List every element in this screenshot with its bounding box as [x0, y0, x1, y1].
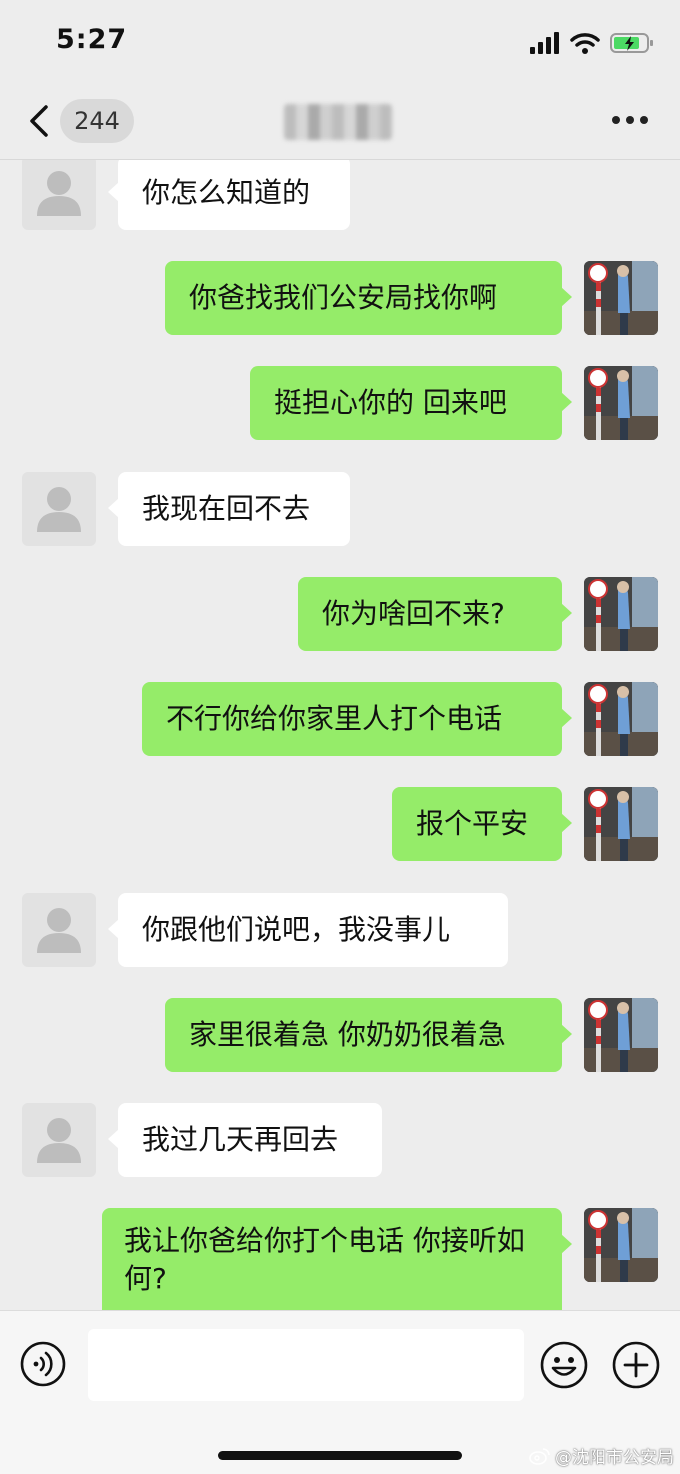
back-icon[interactable] — [26, 104, 52, 138]
message-outgoing: 家里很着急 你奶奶很着急 — [0, 998, 680, 1078]
user-avatar[interactable] — [584, 366, 658, 440]
message-bubble[interactable]: 我现在回不去 — [108, 472, 350, 546]
contact-avatar[interactable] — [22, 893, 96, 967]
more-icon[interactable] — [612, 116, 648, 126]
voice-icon[interactable] — [20, 1341, 66, 1387]
plus-icon[interactable] — [612, 1341, 660, 1389]
user-avatar[interactable] — [584, 577, 658, 651]
unread-count-badge[interactable]: 244 — [60, 99, 134, 143]
contact-avatar[interactable] — [22, 160, 96, 230]
watermark: @沈阳市公安局 — [529, 1443, 674, 1468]
message-bubble[interactable]: 你跟他们说吧，我没事儿 — [108, 893, 508, 967]
message-bubble[interactable]: 报个平安 — [392, 787, 572, 861]
emoji-icon[interactable] — [540, 1341, 588, 1389]
message-outgoing: 不行你给你家里人打个电话 — [0, 682, 680, 762]
message-outgoing: 你爸找我们公安局找你啊 — [0, 261, 680, 341]
status-icons — [530, 28, 654, 58]
input-bar: @沈阳市公安局 — [0, 1310, 680, 1474]
user-avatar[interactable] — [584, 787, 658, 861]
weibo-icon — [529, 1447, 550, 1465]
signal-icon — [530, 32, 559, 54]
message-bubble[interactable]: 你怎么知道的 — [108, 160, 350, 230]
contact-avatar[interactable] — [22, 472, 96, 546]
message-list[interactable]: 你怎么知道的 你爸找我们公安局找你啊 挺担心你的 回来吧 我现在回不去 你为啥回… — [0, 160, 680, 1310]
user-avatar[interactable] — [584, 1208, 658, 1282]
battery-icon — [610, 33, 653, 53]
chat-header: 244 — [0, 84, 680, 160]
message-input[interactable] — [88, 1329, 524, 1401]
message-bubble[interactable]: 挺担心你的 回来吧 — [250, 366, 572, 440]
home-indicator — [218, 1451, 462, 1460]
message-bubble[interactable]: 家里很着急 你奶奶很着急 — [165, 998, 572, 1072]
status-bar: 5:27 — [0, 0, 680, 84]
user-avatar[interactable] — [584, 261, 658, 335]
message-outgoing: 挺担心你的 回来吧 — [0, 366, 680, 446]
message-bubble[interactable]: 我让你爸给你打个电话 你接听如何? — [102, 1208, 572, 1310]
message-incoming: 我现在回不去 — [0, 472, 680, 552]
status-time: 5:27 — [56, 24, 128, 55]
message-outgoing: 你为啥回不来? — [0, 577, 680, 657]
user-avatar[interactable] — [584, 682, 658, 756]
contact-avatar[interactable] — [22, 1103, 96, 1177]
message-bubble[interactable]: 你爸找我们公安局找你啊 — [165, 261, 572, 335]
message-outgoing: 我让你爸给你打个电话 你接听如何? — [0, 1208, 680, 1310]
user-avatar[interactable] — [584, 998, 658, 1072]
message-bubble[interactable]: 不行你给你家里人打个电话 — [142, 682, 572, 756]
message-incoming: 你跟他们说吧，我没事儿 — [0, 893, 680, 973]
message-outgoing: 报个平安 — [0, 787, 680, 867]
message-bubble[interactable]: 你为啥回不来? — [298, 577, 572, 651]
message-incoming: 我过几天再回去 — [0, 1103, 680, 1183]
wifi-icon — [570, 33, 600, 54]
message-bubble[interactable]: 我过几天再回去 — [108, 1103, 382, 1177]
watermark-text: @沈阳市公安局 — [555, 1448, 674, 1468]
message-incoming: 你怎么知道的 — [0, 160, 680, 236]
chat-title-blurred — [284, 104, 392, 140]
